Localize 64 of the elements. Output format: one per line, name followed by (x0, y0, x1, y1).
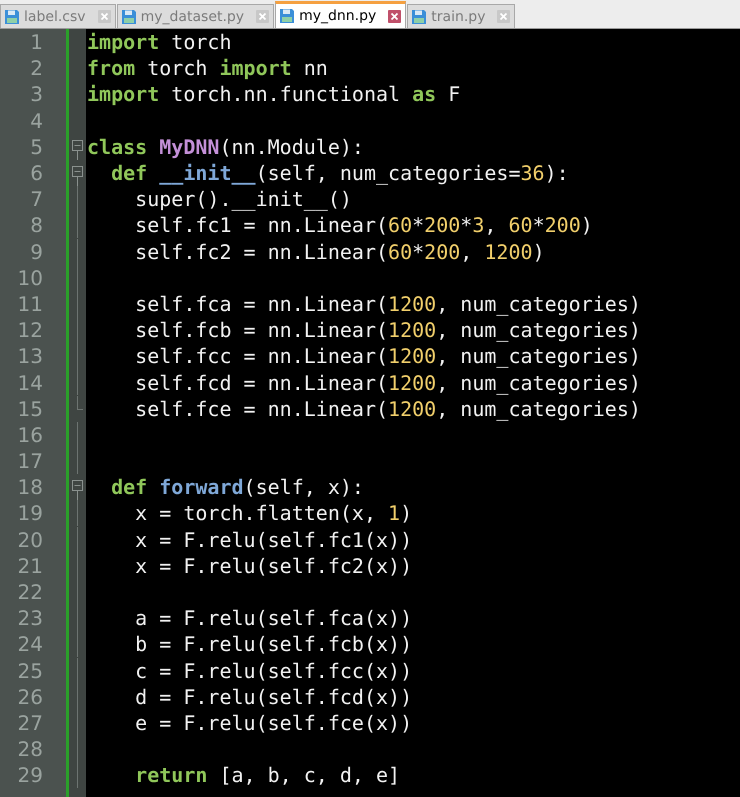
line-number: 20 (16, 528, 43, 552)
file-tab[interactable]: train.py (407, 4, 516, 28)
code-line: def forward(self, x): (110, 474, 364, 500)
line-number: 26 (16, 684, 43, 709)
line-number: 22 (16, 580, 43, 604)
line-number: 16 (16, 422, 43, 447)
code-line: x = F.relu(self.fc2(x)) (134, 552, 412, 579)
file-icon (4, 8, 20, 24)
line-number: 10 (16, 266, 43, 290)
line-number: 5 (29, 134, 43, 159)
code-line: import torch.nn.functional as F (87, 81, 460, 108)
code-line: return [a, b, c, d, e] (134, 762, 400, 788)
file-icon (279, 8, 296, 24)
code-line: self.fc2 = nn.Linear(60*200, 1200) (134, 238, 545, 265)
line-number: 23 (16, 606, 43, 630)
file-tab[interactable]: label.csv (0, 4, 116, 28)
file-tab[interactable]: my_dnn.py (275, 1, 406, 28)
code-line: a = F.relu(self.fca(x)) (134, 605, 412, 632)
line-number: 11 (16, 292, 43, 316)
code-line: class MyDNN(nn.Module): (87, 134, 364, 160)
code-line: super().__init__() (134, 186, 352, 212)
code-line: import torch (87, 29, 232, 56)
line-number: 14 (16, 370, 43, 395)
line-number: 2 (29, 56, 43, 80)
code-line: self.fc1 = nn.Linear(60*200*3, 60*200) (134, 212, 593, 238)
line-number: 7 (29, 187, 43, 212)
code-line: self.fce = nn.Linear(1200, num_categories) (134, 396, 641, 422)
line-number: 17 (16, 449, 43, 474)
code-line: d = F.relu(self.fcd(x)) (134, 684, 412, 710)
file-icon (120, 8, 137, 24)
code-line: b = F.relu(self.fcb(x)) (134, 631, 412, 658)
line-number: 18 (16, 475, 43, 500)
close-icon[interactable] (388, 10, 402, 22)
file-icon (411, 8, 428, 24)
line-number: 4 (29, 108, 43, 133)
file-tab[interactable]: my_dataset.py (116, 4, 274, 28)
line-number: 1 (29, 30, 43, 54)
line-number: 8 (29, 213, 43, 238)
line-number: 9 (29, 240, 43, 264)
code-line: self.fcc = nn.Linear(1200, num_categories) (134, 343, 641, 370)
line-number: 3 (29, 82, 43, 106)
line-number: 27 (16, 710, 43, 735)
line-number: 19 (16, 501, 43, 526)
line-number: 15 (16, 396, 43, 421)
fold-toggle-icon[interactable] (72, 166, 83, 186)
fold-toggle-icon[interactable] (72, 140, 83, 160)
line-number: 24 (16, 632, 43, 656)
code-line: def __init__(self, num_categories=36): (110, 160, 569, 186)
line-number: 13 (16, 344, 43, 368)
code-line: c = F.relu(self.fcc(x)) (134, 658, 412, 684)
code-line: self.fca = nn.Linear(1200, num_categories) (134, 290, 641, 317)
fold-toggle-icon[interactable] (72, 480, 83, 500)
code-line: x = F.relu(self.fc1(x)) (134, 526, 412, 553)
line-number: 12 (16, 318, 43, 342)
line-number: 21 (16, 554, 43, 578)
code-line: self.fcb = nn.Linear(1200, num_categories) (134, 317, 641, 344)
line-number: 25 (16, 658, 43, 683)
line-number: 6 (29, 161, 43, 186)
line-number: 28 (16, 737, 43, 762)
code-line: e = F.relu(self.fce(x)) (134, 710, 412, 736)
line-number: 29 (16, 763, 43, 788)
code-line: x = torch.flatten(x, 1) (134, 500, 412, 526)
code-line: from torch import nn (87, 55, 328, 82)
code-line: self.fcd = nn.Linear(1200, num_categories) (134, 370, 641, 396)
